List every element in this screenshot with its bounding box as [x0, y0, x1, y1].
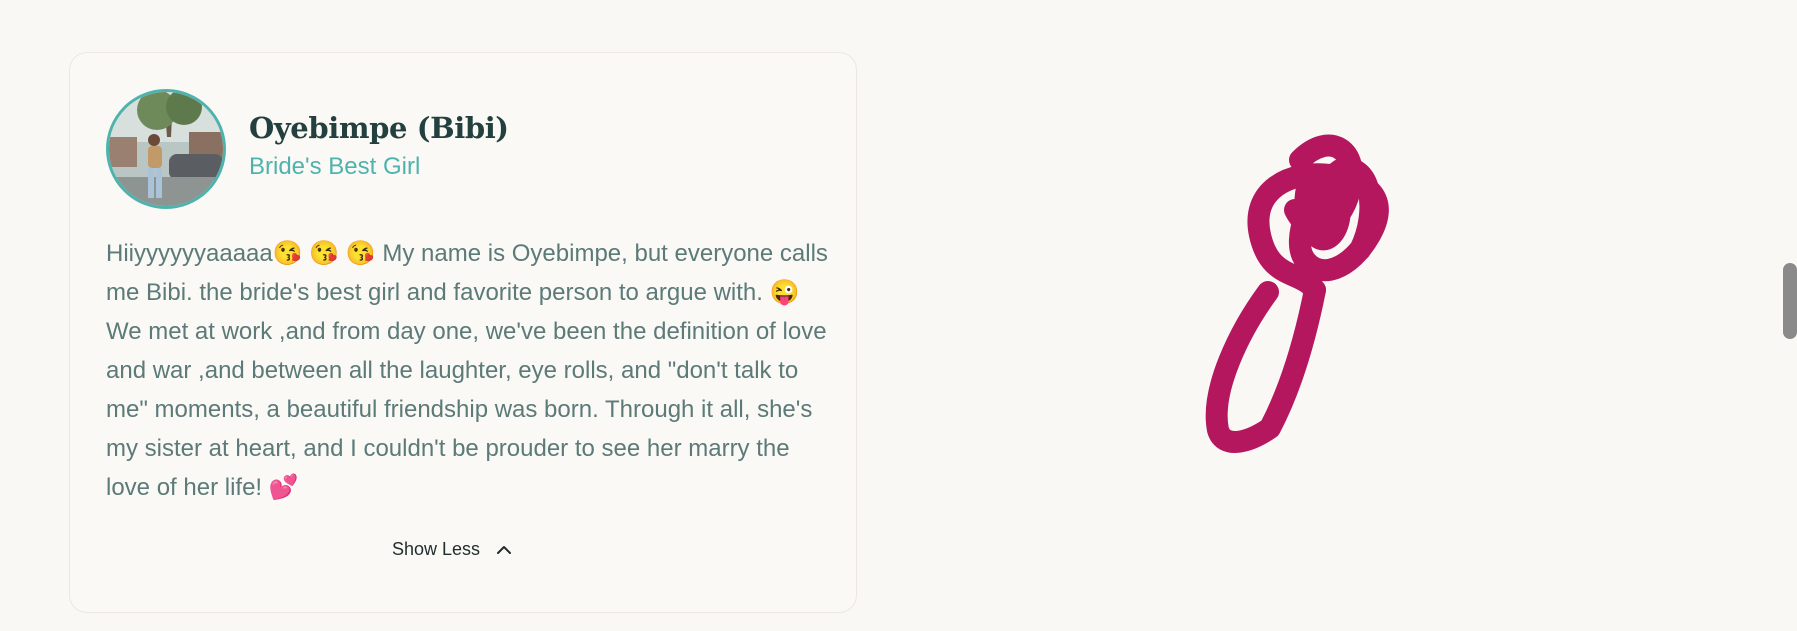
chevron-up-icon — [497, 545, 512, 554]
member-role: Bride's Best Girl — [249, 153, 421, 180]
show-less-button[interactable]: Show Less — [392, 539, 514, 560]
profile-photo-icon — [109, 92, 223, 206]
profile-avatar — [106, 89, 226, 209]
scribble-doodle-icon — [1205, 134, 1389, 453]
bridal-party-card: Oyebimpe (Bibi) Bride's Best Girl Hiiyyy… — [69, 52, 857, 613]
page-scrollbar[interactable] — [1783, 263, 1797, 339]
member-bio: Hiiyyyyyyaaaaa😘 😘 😘 My name is Oyebimpe,… — [106, 240, 828, 501]
show-less-label: Show Less — [392, 539, 481, 559]
member-name: Oyebimpe (Bibi) — [249, 111, 509, 145]
